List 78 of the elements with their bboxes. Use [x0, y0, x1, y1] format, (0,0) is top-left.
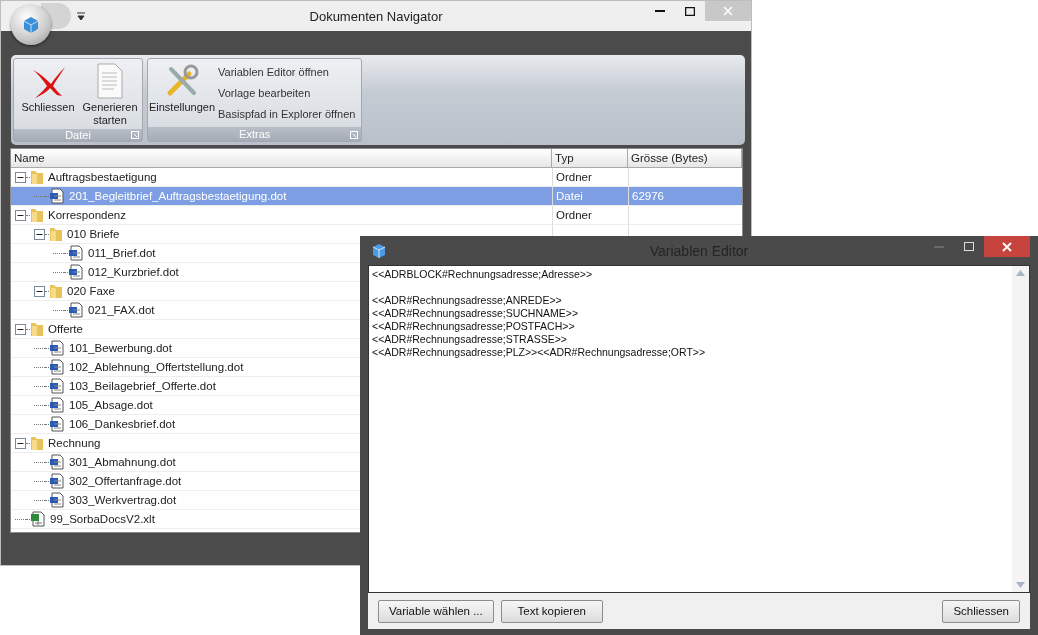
- tree-item[interactable]: 301_Abmahnung.dot: [65, 456, 180, 468]
- tree-item[interactable]: 99_SorbaDocsV2.xlt: [46, 513, 159, 525]
- collapse-icon[interactable]: [15, 323, 26, 335]
- word-document-icon: [49, 492, 65, 508]
- tree-item[interactable]: 010 Briefe: [63, 228, 124, 240]
- ribbon-menu-item[interactable]: Vorlage bearbeiten: [215, 87, 359, 99]
- word-document-icon: [49, 416, 65, 432]
- tools-icon: [165, 64, 199, 98]
- column-header[interactable]: Grösse (Bytes): [628, 149, 742, 167]
- tree-item[interactable]: 102_Ablehnung_Offertstellung.dot: [65, 361, 248, 373]
- folder-icon: [49, 283, 63, 299]
- ribbon-button[interactable]: Schliessen: [17, 61, 79, 127]
- application-menu-button[interactable]: [11, 5, 51, 45]
- quick-access-caret-icon[interactable]: [77, 12, 85, 20]
- window-title: Dokumenten Navigator: [309, 8, 443, 24]
- close-icon: [1002, 241, 1012, 252]
- folder-icon: [49, 226, 63, 242]
- close-button[interactable]: [984, 236, 1030, 257]
- folder-icon: [30, 435, 44, 451]
- variable-line: <<ADR#Rechnungsadresse;STRASSE>>: [372, 333, 567, 346]
- group-label: Extras: [239, 128, 271, 140]
- variable-line: <<ADR#Rechnungsadresse;ANREDE>>: [372, 294, 562, 307]
- tree-item[interactable]: 303_Werkvertrag.dot: [65, 494, 181, 506]
- cube-icon: [370, 241, 388, 260]
- dialog-button[interactable]: Text kopieren: [500, 599, 603, 623]
- variable-line: <<ADR#Rechnungsadresse;PLZ>><<ADR#Rechnungsadresse;ORT>>: [372, 346, 706, 359]
- maximize-icon: [685, 6, 695, 16]
- tree-item[interactable]: 101_Bewerbung.dot: [65, 342, 176, 354]
- folder-icon: [30, 321, 44, 337]
- word-document-icon: [49, 397, 65, 413]
- ribbon-button[interactable]: Einstellungen: [151, 61, 213, 125]
- column-header[interactable]: Typ: [552, 149, 628, 167]
- collapse-icon[interactable]: [15, 209, 26, 221]
- table-cell: Datei: [552, 187, 628, 206]
- table-cell: 62976: [628, 187, 742, 206]
- tree-item[interactable]: Korrespondenz: [44, 209, 130, 221]
- word-document-icon: [49, 359, 65, 375]
- tree-item[interactable]: 012_Kurzbrief.dot: [84, 266, 183, 278]
- column-header[interactable]: Name: [11, 149, 552, 167]
- word-document-icon: [68, 264, 84, 280]
- folder-icon: [30, 207, 44, 223]
- word-document-icon: [49, 340, 65, 356]
- group-label: Datei: [65, 129, 91, 141]
- word-document-icon: [68, 302, 84, 318]
- collapse-icon[interactable]: [15, 437, 26, 449]
- word-document-icon: [49, 378, 65, 394]
- collapse-icon[interactable]: [34, 285, 45, 297]
- collapse-icon[interactable]: [15, 171, 26, 183]
- folder-icon: [30, 169, 44, 185]
- tree-item[interactable]: 020 Faxe: [63, 285, 119, 297]
- ribbon-menu-item[interactable]: Variablen Editor öffnen: [215, 65, 359, 78]
- variable-line: <<ADRBLOCK#Rechnungsadresse;Adresse>>: [372, 268, 593, 281]
- tree-item[interactable]: 106_Dankesbrief.dot: [65, 418, 180, 430]
- tree-item[interactable]: 302_Offertanfrage.dot: [65, 475, 186, 487]
- tree-item[interactable]: 021_FAX.dot: [84, 304, 159, 316]
- spreadsheet-icon: [30, 511, 46, 527]
- tree-item[interactable]: 103_Beilagebrief_Offerte.dot: [65, 380, 220, 392]
- ribbon-button[interactable]: Generieren starten: [81, 61, 139, 127]
- table-cell: Ordner: [552, 206, 628, 225]
- word-document-icon: [49, 454, 65, 470]
- word-document-icon: [68, 245, 84, 261]
- word-document-icon: [49, 473, 65, 489]
- word-document-icon: [49, 188, 65, 204]
- tree-item[interactable]: 105_Absage.dot: [65, 399, 157, 411]
- variable-line: <<ADR#Rechnungsadresse;POSTFACH>>: [372, 320, 575, 333]
- maximize-icon: [964, 242, 974, 251]
- close-icon: [723, 6, 733, 16]
- document-icon: [95, 63, 125, 99]
- close-dialog-button[interactable]: Schliessen: [942, 599, 1020, 623]
- tree-item[interactable]: Auftragsbestaetigung: [44, 171, 161, 183]
- dialog-button[interactable]: Variable wählen ...: [378, 599, 494, 623]
- tree-item[interactable]: 011_Brief.dot: [84, 247, 160, 259]
- variable-line: <<ADR#Rechnungsadresse;SUCHNAME>>: [372, 307, 579, 320]
- tree-item[interactable]: Offerte: [44, 323, 87, 335]
- ribbon-menu-item[interactable]: Basispfad in Explorer öffnen: [215, 108, 359, 121]
- minimize-icon: [655, 10, 665, 12]
- tree-item[interactable]: Rechnung: [44, 437, 105, 449]
- collapse-icon[interactable]: [34, 228, 45, 240]
